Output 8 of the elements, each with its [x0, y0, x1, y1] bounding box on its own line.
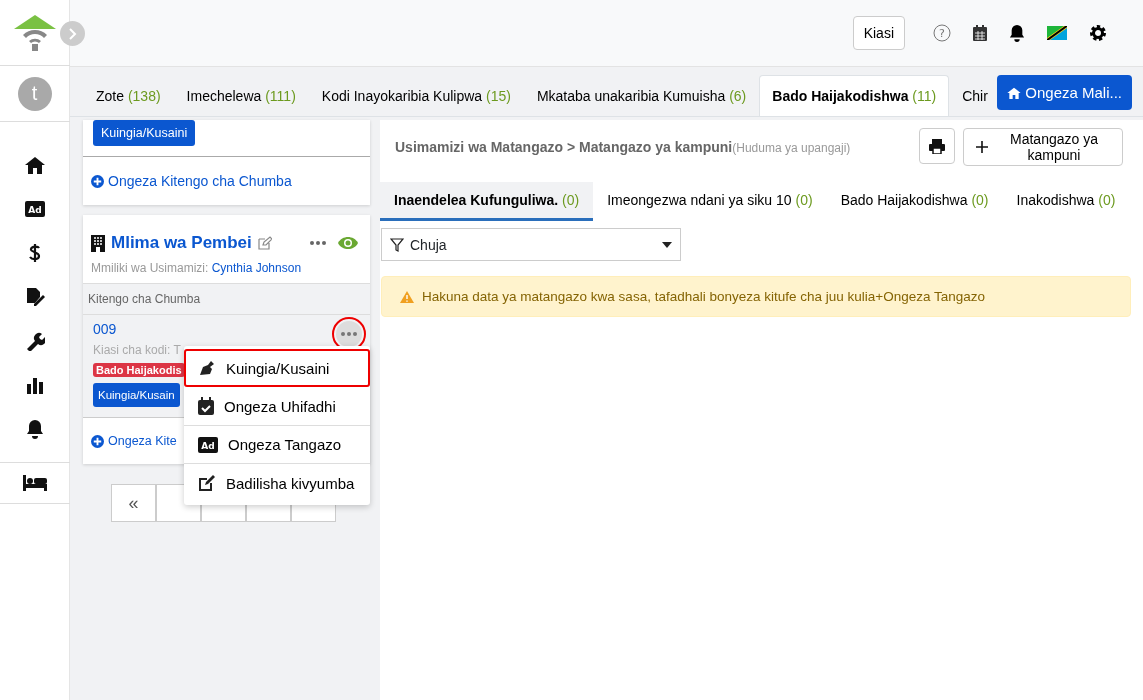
rent-amount: Kiasi cha kodi: T	[93, 343, 182, 357]
ad-icon: Ad	[198, 436, 218, 453]
section-header: Kitengo cha Chumba	[83, 283, 370, 315]
breadcrumb-note: (Huduma ya upangaji)	[732, 141, 851, 155]
owner-label: Mmiliki wa Usimamizi:	[91, 261, 209, 275]
breadcrumb: Usimamizi wa Matangazo > Matangazo ya kampuni	[395, 139, 733, 155]
alert-text: Hakuna data ya matangazo kwa sasa, tafadhali bonyeza kitufe cha juu kulia+Ongeza Tangazo	[422, 289, 985, 304]
status-badge: Bado Haijakodis	[93, 363, 185, 377]
